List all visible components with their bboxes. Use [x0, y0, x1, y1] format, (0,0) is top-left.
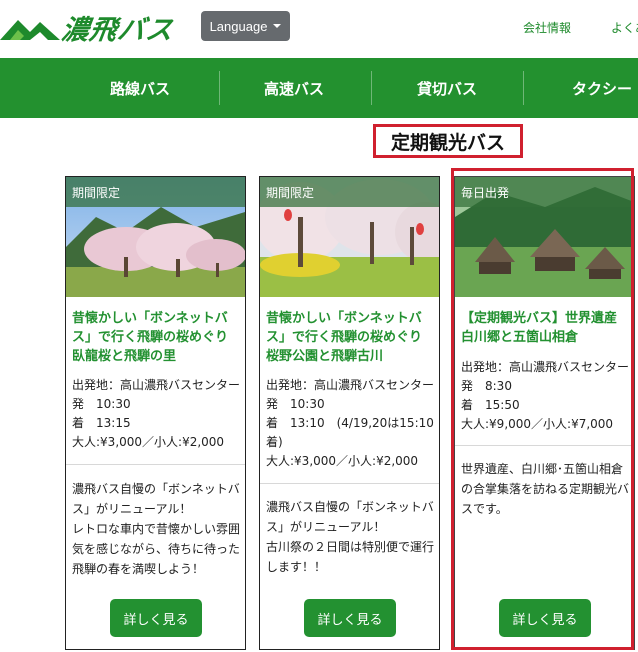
tour-badge: 毎日出発 [455, 177, 634, 207]
departure-place: 出発地：高山濃飛バスセンター [72, 378, 241, 392]
tour-title[interactable]: 昔懐かしい「ボンネットバス」で行く飛騨の桜めぐり 臥龍桜と飛騨の里 [72, 309, 241, 366]
nav-item-route-bus[interactable]: 路線バス [80, 58, 200, 118]
nav-divider [523, 71, 524, 105]
tour-price: 大人:¥9,000／小人:¥7,000 [461, 417, 614, 431]
departure-time: 発 8:30 [461, 379, 512, 393]
card-divider [66, 464, 245, 465]
site-header: 濃飛バス Language 会社情報 よくあ [0, 0, 638, 58]
language-label: Language [209, 18, 268, 34]
tour-info: 出発地：高山濃飛バスセンター 発 10:30 着 13:15 大人:¥3,000… [72, 376, 242, 452]
tour-badge: 期間限定 [260, 177, 439, 207]
tour-description: 世界遺産、白川郷･五箇山相倉の合掌集落を訪ねる定期観光バスです。 [461, 459, 629, 519]
arrival-time: 着 15:50 [461, 398, 520, 412]
departure-time: 発 10:30 [266, 397, 325, 411]
tour-card-1[interactable]: 期間限定 昔懐かしい「ボンネットバス」で行く飛騨の桜めぐり 臥龍桜と飛騨の里 出… [65, 176, 246, 650]
nav-divider [371, 71, 372, 105]
tour-title[interactable]: 【定期観光バス】世界遺産白川郷と五箇山相倉 [461, 309, 629, 347]
tour-info: 出発地：高山濃飛バスセンター 発 8:30 着 15:50 大人:¥9,000／… [461, 358, 631, 434]
nav-item-charter-bus[interactable]: 貸切バス [387, 58, 507, 118]
nav-divider [219, 71, 220, 105]
nav-item-taxi[interactable]: タクシー [542, 58, 638, 118]
faq-link[interactable]: よくあ [611, 19, 638, 36]
tour-card-3[interactable]: 毎日出発 【定期観光バス】世界遺産白川郷と五箇山相倉 出発地：高山濃飛バスセンタ… [454, 176, 635, 650]
tour-price: 大人:¥3,000／小人:¥2,000 [72, 435, 225, 449]
tour-description: 濃飛バス自慢の「ボンネットバス」がリニューアル！ 古川祭の２日間は特別便で運行し… [266, 497, 434, 577]
arrival-time: 着 13:10 (4/19,20は15:10着) [266, 416, 434, 449]
tour-badge: 期間限定 [66, 177, 245, 207]
page-title: 定期観光バス [373, 124, 523, 158]
nav-item-highway-bus[interactable]: 高速バス [234, 58, 354, 118]
logo-text: 濃飛バス [59, 14, 176, 46]
tour-info: 出発地：高山濃飛バスセンター 発 10:30 着 13:10 (4/19,20は… [266, 376, 436, 471]
arrival-time: 着 13:15 [72, 416, 131, 430]
tour-card-2[interactable]: 期間限定 昔懐かしい「ボンネットバス」で行く飛騨の桜めぐり 桜野公園と飛騨古川 … [259, 176, 440, 650]
tour-price: 大人:¥3,000／小人:¥2,000 [266, 454, 419, 468]
card-divider [260, 483, 439, 484]
site-logo[interactable]: 濃飛バス [0, 10, 176, 46]
tour-description: 濃飛バス自慢の「ボンネットバス」がリニューアル！ レトロな車内で昔懐かしい雰囲気… [72, 479, 240, 579]
tour-description-text: 濃飛バス自慢の「ボンネットバス」がリニューアル！ 古川祭の２日間は特別便で運行し… [266, 500, 435, 574]
tour-description-text: 世界遺産、白川郷･五箇山相倉の合掌集落を訪ねる定期観光バスです。 [461, 462, 630, 516]
departure-time: 発 10:30 [72, 397, 131, 411]
departure-place: 出発地：高山濃飛バスセンター [266, 378, 435, 392]
tour-title[interactable]: 昔懐かしい「ボンネットバス」で行く飛騨の桜めぐり 桜野公園と飛騨古川 [266, 309, 435, 366]
chevron-down-icon [273, 24, 282, 28]
mountain-logo-icon [0, 20, 60, 40]
company-info-link[interactable]: 会社情報 [523, 19, 571, 36]
departure-place: 出発地：高山濃飛バスセンター [461, 360, 630, 374]
language-dropdown-button[interactable]: Language [201, 11, 290, 41]
main-navigation: 路線バス 高速バス 貸切バス タクシー [0, 58, 638, 118]
card-divider [455, 445, 634, 446]
tour-description-text: 濃飛バス自慢の「ボンネットバス」がリニューアル！ レトロな車内で昔懐かしい雰囲気… [72, 482, 241, 576]
details-button[interactable]: 詳しく見る [304, 599, 396, 637]
details-button[interactable]: 詳しく見る [110, 599, 202, 637]
details-button[interactable]: 詳しく見る [499, 599, 591, 637]
